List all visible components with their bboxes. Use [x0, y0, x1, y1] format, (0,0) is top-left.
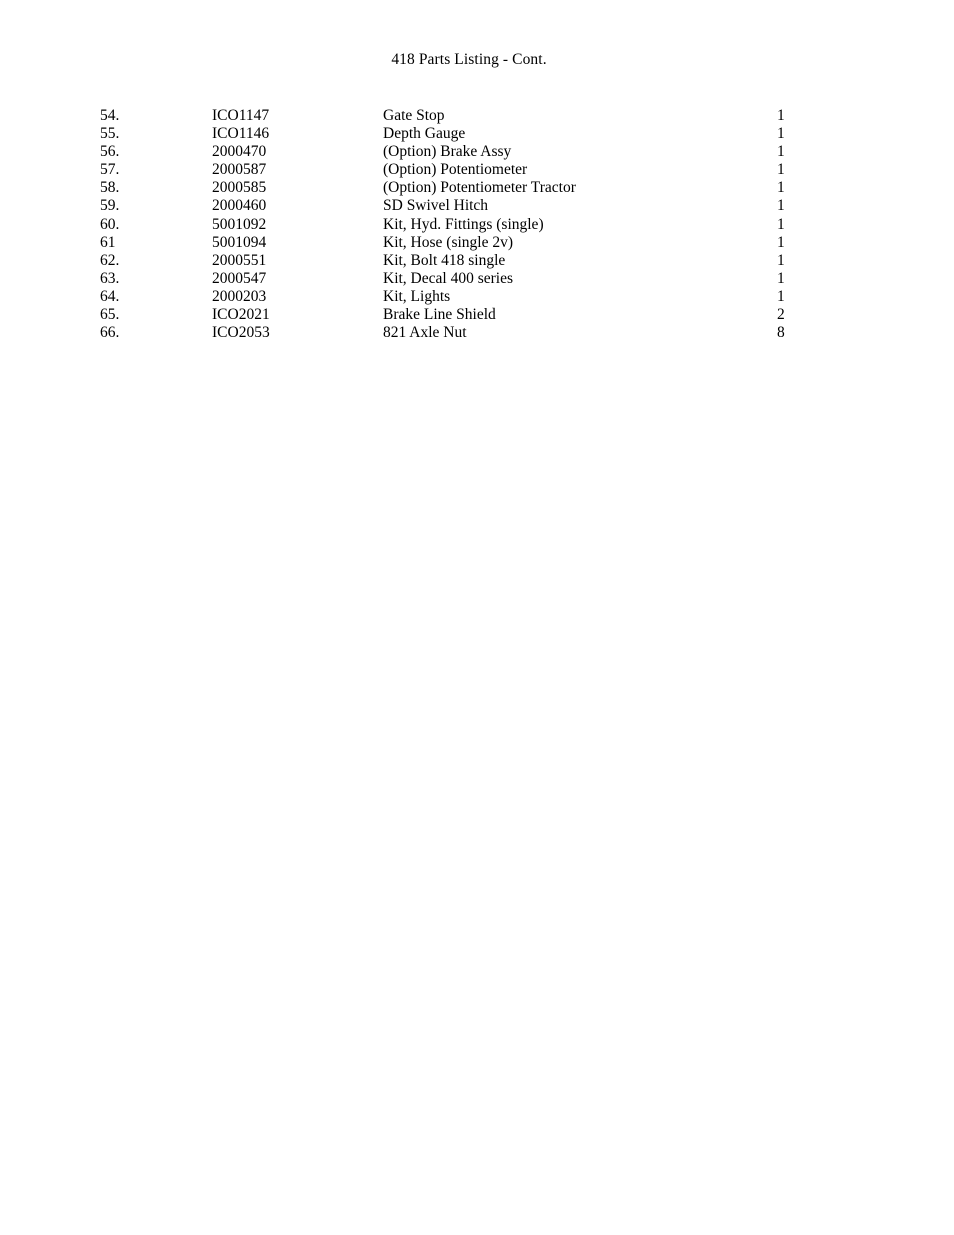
- part-number-cell: 5001092: [212, 215, 267, 233]
- part-number-cell: ICO2021: [212, 306, 270, 324]
- quantity-cell: 1: [777, 215, 785, 233]
- description-cell: Brake Line Shield: [383, 306, 496, 324]
- table-row: 64. 2000203 Kit, Lights 1: [0, 288, 954, 306]
- table-row: 55. ICO1146 Depth Gauge 1: [0, 125, 954, 143]
- description-cell: Kit, Lights: [383, 287, 451, 305]
- table-row: 59. 2000460 SD Swivel Hitch 1: [0, 197, 954, 215]
- item-number-cell: 54.: [100, 107, 120, 124]
- part-number-cell: ICO1146: [212, 125, 270, 143]
- quantity-cell: 1: [777, 179, 785, 197]
- table-row: 57. 2000587 (Option) Potentiometer 1: [0, 161, 954, 179]
- description-cell: Kit, Decal 400 series: [383, 269, 513, 287]
- description-cell: 821 Axle Nut: [383, 324, 467, 342]
- item-number-cell: 63.: [100, 269, 120, 287]
- item-number-cell: 55.: [100, 125, 120, 143]
- item-number-cell: 65.: [100, 306, 120, 324]
- table-row: 61 5001094 Kit, Hose (single 2v) 1: [0, 234, 954, 252]
- description-cell: Depth Gauge: [383, 125, 466, 143]
- part-number-cell: 2000203: [212, 287, 267, 305]
- description-cell: (Option) Potentiometer: [383, 161, 528, 179]
- description-cell: Kit, Bolt 418 single: [383, 251, 506, 269]
- quantity-cell: 1: [777, 269, 785, 287]
- document-page: 418 Parts Listing - Cont. 54. ICO1147 Gate…: [0, 0, 954, 1235]
- quantity-cell: 1: [777, 197, 785, 215]
- part-number-cell: 2000585: [212, 179, 267, 197]
- quantity-cell: 1: [777, 251, 785, 269]
- item-number-cell: 56.: [100, 143, 120, 161]
- table-row: 66. ICO2053 821 Axle Nut 8: [0, 324, 954, 342]
- table-row: 56. 2000470 (Option) Brake Assy 1: [0, 143, 954, 161]
- table-row: 65. ICO2021 Brake Line Shield 2: [0, 306, 954, 324]
- part-number-cell: 2000470: [212, 143, 267, 161]
- quantity-cell: 1: [777, 125, 785, 143]
- table-row: 62. 2000551 Kit, Bolt 418 single 1: [0, 252, 954, 270]
- part-number-cell: 5001094: [212, 233, 267, 251]
- item-number-cell: 57.: [100, 161, 120, 179]
- description-cell: (Option) Brake Assy: [383, 143, 512, 161]
- part-number-cell: 2000587: [212, 161, 267, 179]
- page-title: 418 Parts Listing - Cont.: [391, 51, 547, 68]
- description-cell: Gate Stop: [383, 107, 445, 124]
- part-number-cell: ICO1147: [212, 107, 270, 124]
- quantity-cell: 1: [777, 107, 785, 124]
- table-row: 60. 5001092 Kit, Hyd. Fittings (single) 1: [0, 216, 954, 234]
- item-number-cell: 58.: [100, 179, 120, 197]
- table-row: 63. 2000547 Kit, Decal 400 series 1: [0, 270, 954, 288]
- quantity-cell: 8: [777, 324, 785, 342]
- description-cell: (Option) Potentiometer Tractor: [383, 179, 576, 197]
- parts-table-body: 54. ICO1147 Gate Stop 1 55. ICO1146 Depth Gaug…: [0, 107, 954, 342]
- item-number-cell: 66.: [100, 324, 120, 342]
- part-number-cell: ICO2053: [212, 324, 270, 342]
- quantity-cell: 2: [777, 306, 785, 324]
- item-number-cell: 64.: [100, 287, 120, 305]
- description-cell: Kit, Hyd. Fittings (single): [383, 215, 544, 233]
- quantity-cell: 1: [777, 143, 785, 161]
- part-number-cell: 2000547: [212, 269, 267, 287]
- table-row: 54. ICO1147 Gate Stop 1: [0, 107, 954, 125]
- quantity-cell: 1: [777, 161, 785, 179]
- item-number-cell: 60.: [100, 215, 120, 233]
- item-number-cell: 62.: [100, 251, 120, 269]
- description-cell: SD Swivel Hitch: [383, 197, 489, 215]
- item-number-cell: 61: [100, 233, 116, 251]
- part-number-cell: 2000460: [212, 197, 267, 215]
- quantity-cell: 1: [777, 287, 785, 305]
- part-number-cell: 2000551: [212, 251, 267, 269]
- table-row: 58. 2000585 (Option) Potentiometer Tractor…: [0, 179, 954, 197]
- item-number-cell: 59.: [100, 197, 120, 215]
- quantity-cell: 1: [777, 233, 785, 251]
- description-cell: Kit, Hose (single 2v): [383, 233, 514, 251]
- parts-listing-table: 54. ICO1147 Gate Stop 1 55. ICO1146 Depth Gaug…: [0, 107, 954, 342]
